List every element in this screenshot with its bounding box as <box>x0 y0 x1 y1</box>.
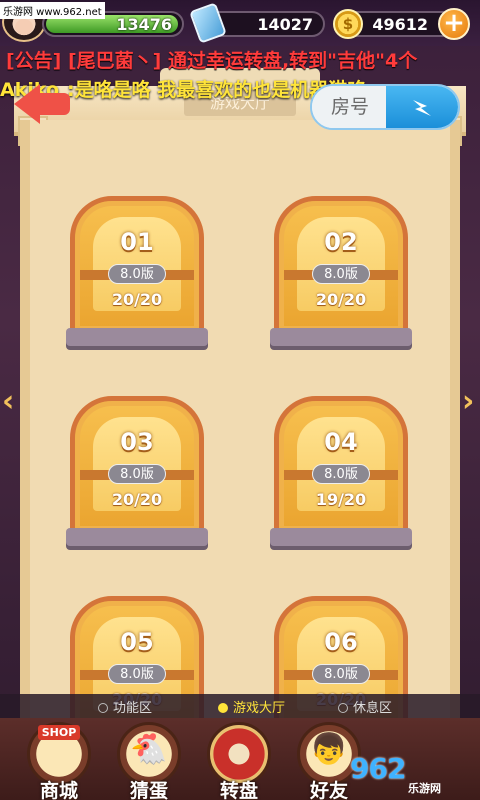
prev-page-icon[interactable]: ‹ <box>2 384 14 419</box>
nav-label: 转盘 <box>219 780 258 800</box>
area-label: 功能区 <box>113 701 153 716</box>
room-card[interactable]: 01 8.0版 20/20 <box>66 196 208 354</box>
room-search <box>310 84 460 130</box>
nav-shop[interactable]: SHOP 商城 <box>18 722 100 800</box>
room-base <box>270 328 412 346</box>
announcement-text: [公告] [尾巴菌丶] 通过幸运转盘,转到"吉他"4个 <box>6 50 418 72</box>
room-seats: 20/20 <box>111 490 163 509</box>
radio-dot-icon <box>218 703 228 713</box>
nav-label: 猜蛋 <box>129 780 168 800</box>
site-watermark: 962 乐游网 <box>350 752 474 795</box>
coin-value: 49612 <box>372 15 428 34</box>
room-base <box>66 528 208 546</box>
coin-icon: $ <box>333 9 363 39</box>
area-switcher: 功能区 游戏大厅 休息区 <box>0 694 480 718</box>
room-number: 05 <box>120 628 154 656</box>
experience-value: 13476 <box>116 15 172 34</box>
room-number: 02 <box>324 228 358 256</box>
chicken-icon: 🐔 <box>130 732 168 767</box>
watermark-logo: 962 <box>350 752 406 785</box>
shop-icon: SHOP <box>27 725 91 740</box>
room-card[interactable]: 02 8.0版 20/20 <box>270 196 412 354</box>
room-number: 04 <box>324 428 358 456</box>
add-coins-button[interactable]: + <box>438 8 470 40</box>
top-status-bar: 乐游网 www.962.net 13476 14027 $ 49612 + <box>0 0 480 46</box>
room-version: 8.0版 <box>312 264 370 284</box>
shop-badge: SHOP <box>37 725 81 740</box>
gem-value: 14027 <box>257 15 313 34</box>
area-tab-rest[interactable]: 休息区 <box>338 697 392 716</box>
avatar-face <box>15 19 33 35</box>
area-tab-functions[interactable]: 功能区 <box>98 697 152 716</box>
room-version: 8.0版 <box>312 464 370 484</box>
room-seats: 19/20 <box>315 490 367 509</box>
next-page-icon[interactable]: › <box>462 384 474 419</box>
room-version: 8.0版 <box>312 664 370 684</box>
room-version: 8.0版 <box>108 264 166 284</box>
room-card[interactable]: 03 8.0版 20/20 <box>66 396 208 554</box>
nav-wheel[interactable]: 转盘 <box>198 722 280 800</box>
nav-guess-egg[interactable]: 🐔 猜蛋 <box>108 722 190 800</box>
room-number: 03 <box>120 428 154 456</box>
room-number-input[interactable] <box>312 86 388 128</box>
room-seats: 20/20 <box>315 290 367 309</box>
room-version: 8.0版 <box>108 464 166 484</box>
back-button[interactable] <box>14 80 72 124</box>
room-base <box>270 528 412 546</box>
gem-icon <box>189 2 227 44</box>
room-number: 01 <box>120 228 154 256</box>
room-number: 06 <box>324 628 358 656</box>
lightning-icon <box>413 100 431 116</box>
nav-label: 商城 <box>39 780 78 800</box>
radio-dot-icon <box>98 703 108 713</box>
room-seats: 20/20 <box>111 290 163 309</box>
area-label: 休息区 <box>353 701 393 716</box>
room-go-button[interactable] <box>386 86 458 128</box>
room-version: 8.0版 <box>108 664 166 684</box>
area-tab-hall[interactable]: 游戏大厅 <box>218 697 285 716</box>
radio-dot-icon <box>338 703 348 713</box>
watermark-text: 乐游网 <box>408 782 441 795</box>
room-card[interactable]: 04 8.0版 19/20 <box>270 396 412 554</box>
back-arrow-shaft <box>36 93 70 115</box>
site-tag: 乐游网 www.962.net <box>0 2 105 19</box>
area-label: 游戏大厅 <box>233 701 286 716</box>
room-base <box>66 328 208 346</box>
